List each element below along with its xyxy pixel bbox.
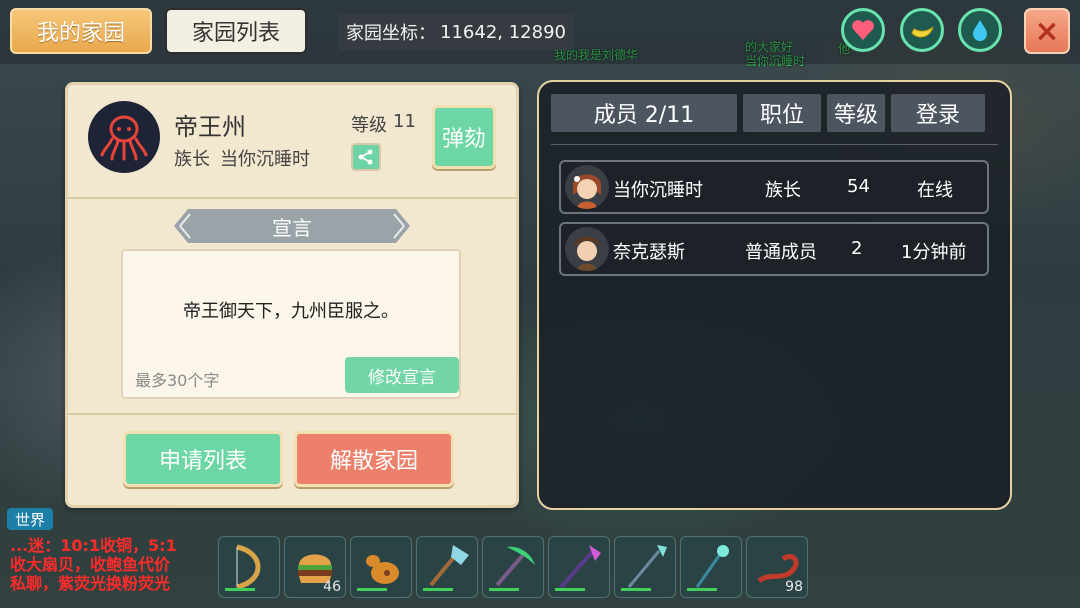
tab-members[interactable]: 成员 2/11 <box>551 94 737 132</box>
declaration-text: 帝王御天下，九州臣服之。 <box>183 301 399 322</box>
disband-home-button[interactable]: 解散家园 <box>294 431 454 487</box>
close-button[interactable]: × <box>1024 8 1070 54</box>
member-position: 族长 <box>765 180 801 201</box>
clan-leader-line: 族长 当你沉睡时 <box>174 145 310 171</box>
hotbar-slot[interactable] <box>416 536 478 598</box>
declaration-box: 帝王御天下，九州臣服之。 最多30个字 修改宣言 <box>121 249 461 399</box>
hotbar-slot[interactable] <box>548 536 610 598</box>
chat-log: ...迷：10:1收铜，5:1 收大扇贝，收鲍鱼代价 私聊，紫荧光换粉荧光 <box>10 536 220 593</box>
hotbar-slot[interactable]: 98 <box>746 536 808 598</box>
durability-bar <box>357 588 387 591</box>
heart-icon <box>852 20 874 40</box>
member-level: 54 <box>847 176 870 197</box>
hotbar-slot[interactable] <box>614 536 676 598</box>
edit-declaration-button[interactable]: 修改宣言 <box>345 357 459 393</box>
durability-bar <box>687 588 717 591</box>
favorite-button[interactable] <box>841 8 885 52</box>
divider <box>68 197 516 199</box>
members-panel: 成员 2/11 职位 等级 登录 当你沉睡时 族长 54 在线 奈克瑟斯 普通成… <box>537 80 1012 510</box>
chat-line: ...迷：10:1收铜，5:1 <box>10 536 177 555</box>
close-icon: × <box>1034 13 1060 49</box>
water-drop-icon <box>973 20 987 41</box>
member-name: 奈克瑟斯 <box>613 242 685 263</box>
chat-line: 收大扇贝，收鲍鱼代价 <box>10 555 171 574</box>
leader-name: 当你沉睡时 <box>220 149 310 170</box>
chat-line: 私聊，紫荧光换粉荧光 <box>10 574 171 593</box>
clan-name: 帝王州 <box>174 113 246 141</box>
divider <box>68 413 516 415</box>
clan-info-panel: 帝王州 族长 当你沉睡时 等级 11 弹劾 宣言 帝王御天下，九州臣服之。 最多… <box>65 82 519 508</box>
share-button[interactable] <box>351 143 381 171</box>
declaration-title: 宣言 <box>272 215 312 240</box>
hotbar-slot[interactable]: 46 <box>284 536 346 598</box>
member-row[interactable]: 当你沉睡时 族长 54 在线 <box>559 160 989 214</box>
banana-icon <box>911 26 934 38</box>
role-label: 族长 <box>174 149 210 170</box>
declaration-banner: 宣言 <box>174 209 410 243</box>
chat-channel-tab[interactable]: 世界 <box>7 508 53 530</box>
tab-home-list[interactable]: 家园列表 <box>165 8 307 54</box>
member-name: 当你沉睡时 <box>613 180 703 201</box>
apply-list-button[interactable]: 申请列表 <box>123 431 283 487</box>
share-icon <box>358 149 373 165</box>
clan-level: 等级 11 <box>351 111 416 137</box>
member-row[interactable]: 奈克瑟斯 普通成员 2 1分钟前 <box>559 222 989 276</box>
level-label: 等级 <box>351 115 387 136</box>
member-avatar <box>565 227 609 271</box>
durability-bar <box>489 588 519 591</box>
member-avatar <box>565 165 609 209</box>
item-count: 98 <box>785 579 803 595</box>
member-login: 在线 <box>917 180 953 201</box>
impeach-button[interactable]: 弹劾 <box>432 105 496 169</box>
tab-login[interactable]: 登录 <box>891 94 985 132</box>
durability-bar <box>225 588 255 591</box>
durability-bar <box>555 588 585 591</box>
member-login: 1分钟前 <box>901 242 967 263</box>
hotbar-slot[interactable] <box>680 536 742 598</box>
hotbar-slot[interactable] <box>218 536 280 598</box>
tab-position[interactable]: 职位 <box>743 94 821 132</box>
member-level: 2 <box>851 238 863 259</box>
hotbar: 46 98 <box>216 536 808 600</box>
home-coordinates: 家园坐标： 11642, 12890 <box>338 14 574 50</box>
clan-emblem <box>88 101 160 173</box>
water-button[interactable] <box>958 8 1002 52</box>
octopus-icon <box>100 115 148 161</box>
tab-level[interactable]: 等级 <box>827 94 885 132</box>
hotbar-slot[interactable] <box>482 536 544 598</box>
member-position: 普通成员 <box>745 242 817 263</box>
food-button[interactable] <box>900 8 944 52</box>
tab-my-home[interactable]: 我的家园 <box>10 8 152 54</box>
coords-label: 家园坐标： <box>346 23 437 44</box>
declaration-hint: 最多30个字 <box>135 371 220 390</box>
item-count: 46 <box>323 579 341 595</box>
hotbar-slot[interactable] <box>350 536 412 598</box>
durability-bar <box>423 588 453 591</box>
durability-bar <box>621 588 651 591</box>
divider <box>551 144 998 145</box>
level-value: 11 <box>393 111 416 132</box>
coords-value: 11642, 12890 <box>440 21 566 43</box>
